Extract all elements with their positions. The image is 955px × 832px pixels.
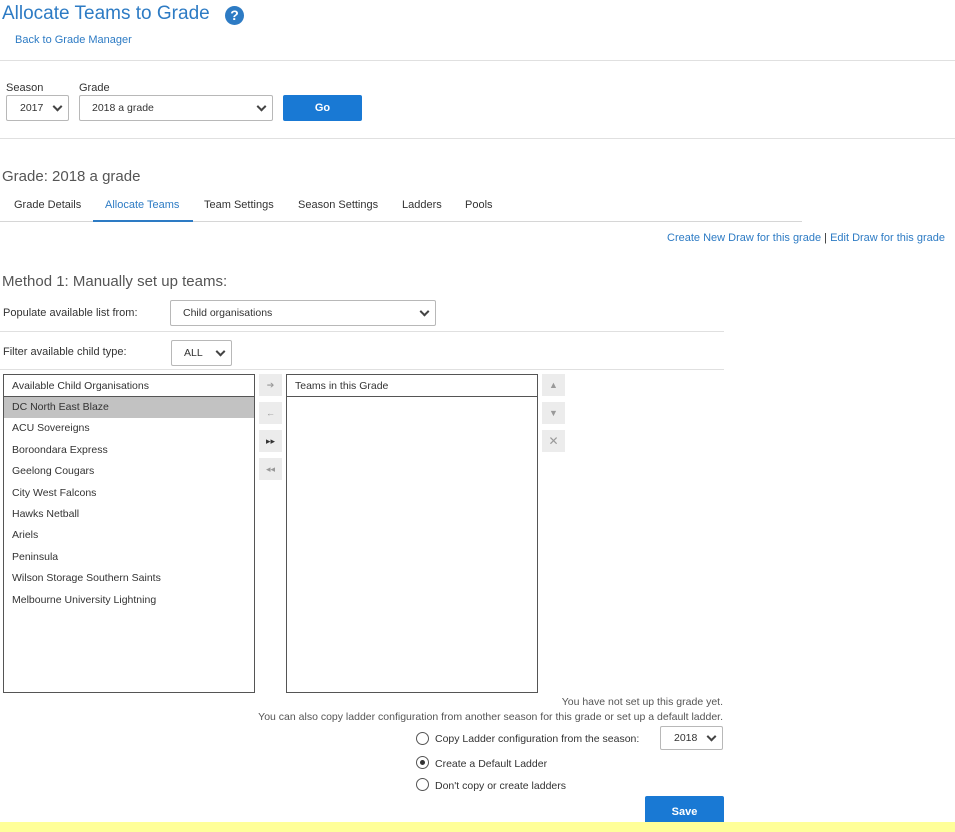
ladder-note-copy: You can also copy ladder configuration f…: [258, 711, 723, 723]
copy-season-select-value: 2018: [674, 732, 698, 744]
add-all-button[interactable]: ▸▸: [259, 430, 282, 452]
copy-ladder-label: Copy Ladder configuration from the seaso…: [435, 733, 640, 745]
tab-pools[interactable]: Pools: [465, 199, 493, 211]
available-list-header: Available Child Organisations: [4, 375, 254, 397]
add-selected-button[interactable]: ➔: [259, 374, 282, 396]
page-title: Allocate Teams to Grade: [2, 3, 210, 24]
delete-button[interactable]: ✕: [542, 430, 565, 452]
divider: [0, 60, 955, 61]
default-ladder-radio[interactable]: [416, 756, 429, 769]
divider: [0, 331, 724, 332]
tab-team-settings[interactable]: Team Settings: [204, 199, 274, 211]
season-select[interactable]: 2017: [6, 95, 69, 121]
remove-all-button[interactable]: ◂◂: [259, 458, 282, 480]
move-up-button[interactable]: ▲: [542, 374, 565, 396]
filter-child-type-label: Filter available child type:: [3, 346, 127, 358]
child-type-select[interactable]: ALL: [171, 340, 232, 366]
grade-heading: Grade: 2018 a grade: [2, 168, 141, 185]
footer-bar: [0, 822, 955, 832]
no-ladder-label: Don't copy or create ladders: [435, 780, 566, 792]
back-to-grade-manager-link[interactable]: Back to Grade Manager: [15, 34, 132, 46]
divider: [0, 138, 955, 139]
copy-ladder-radio[interactable]: [416, 732, 429, 745]
chevron-down-icon: [706, 731, 717, 742]
move-down-button[interactable]: ▼: [542, 402, 565, 424]
list-item[interactable]: ACU Sovereigns: [4, 418, 254, 439]
populate-select-value: Child organisations: [183, 307, 273, 319]
populate-label: Populate available list from:: [3, 307, 138, 319]
season-label: Season: [6, 82, 44, 94]
default-ladder-label: Create a Default Ladder: [435, 758, 548, 770]
divider: [0, 369, 724, 370]
teams-list-header: Teams in this Grade: [287, 375, 537, 397]
tab-ladders[interactable]: Ladders: [402, 199, 442, 211]
grade-label: Grade: [79, 82, 110, 94]
teams-in-grade-list[interactable]: Teams in this Grade: [286, 374, 538, 693]
edit-draw-link[interactable]: Edit Draw for this grade: [830, 232, 945, 244]
tab-grade-details[interactable]: Grade Details: [14, 199, 81, 211]
list-item[interactable]: Ariels: [4, 525, 254, 546]
remove-selected-button[interactable]: ←: [259, 402, 282, 424]
list-item[interactable]: Melbourne University Lightning: [4, 590, 254, 611]
copy-season-select[interactable]: 2018: [660, 726, 723, 750]
available-organisations-list[interactable]: Available Child Organisations DC North E…: [3, 374, 255, 693]
ladder-note: You have not set up this grade yet.: [561, 696, 723, 708]
list-item[interactable]: Hawks Netball: [4, 504, 254, 525]
list-item[interactable]: City West Falcons: [4, 483, 254, 504]
list-item[interactable]: DC North East Blaze: [4, 397, 254, 419]
chevron-down-icon: [419, 306, 430, 317]
method-heading: Method 1: Manually set up teams:: [2, 273, 228, 290]
chevron-down-icon: [256, 101, 267, 112]
create-new-draw-link[interactable]: Create New Draw for this grade: [667, 232, 821, 244]
tab-season-settings[interactable]: Season Settings: [298, 199, 378, 211]
no-ladder-radio[interactable]: [416, 778, 429, 791]
season-select-value: 2017: [20, 102, 44, 114]
populate-select[interactable]: Child organisations: [170, 300, 436, 326]
list-item[interactable]: Geelong Cougars: [4, 461, 254, 482]
draw-links: Create New Draw for this grade | Edit Dr…: [667, 232, 945, 244]
go-button[interactable]: Go: [283, 95, 362, 121]
grade-select-value: 2018 a grade: [92, 102, 154, 114]
chevron-down-icon: [215, 346, 226, 357]
list-item[interactable]: Wilson Storage Southern Saints: [4, 568, 254, 589]
list-item[interactable]: Boroondara Express: [4, 440, 254, 461]
list-item[interactable]: Peninsula: [4, 547, 254, 568]
grade-select[interactable]: 2018 a grade: [79, 95, 273, 121]
link-separator: |: [824, 232, 827, 244]
help-icon[interactable]: ?: [225, 6, 244, 25]
tab-allocate-teams[interactable]: Allocate Teams: [105, 199, 179, 211]
chevron-down-icon: [52, 101, 63, 112]
child-type-select-value: ALL: [184, 347, 203, 359]
active-tab-indicator: [93, 220, 193, 222]
